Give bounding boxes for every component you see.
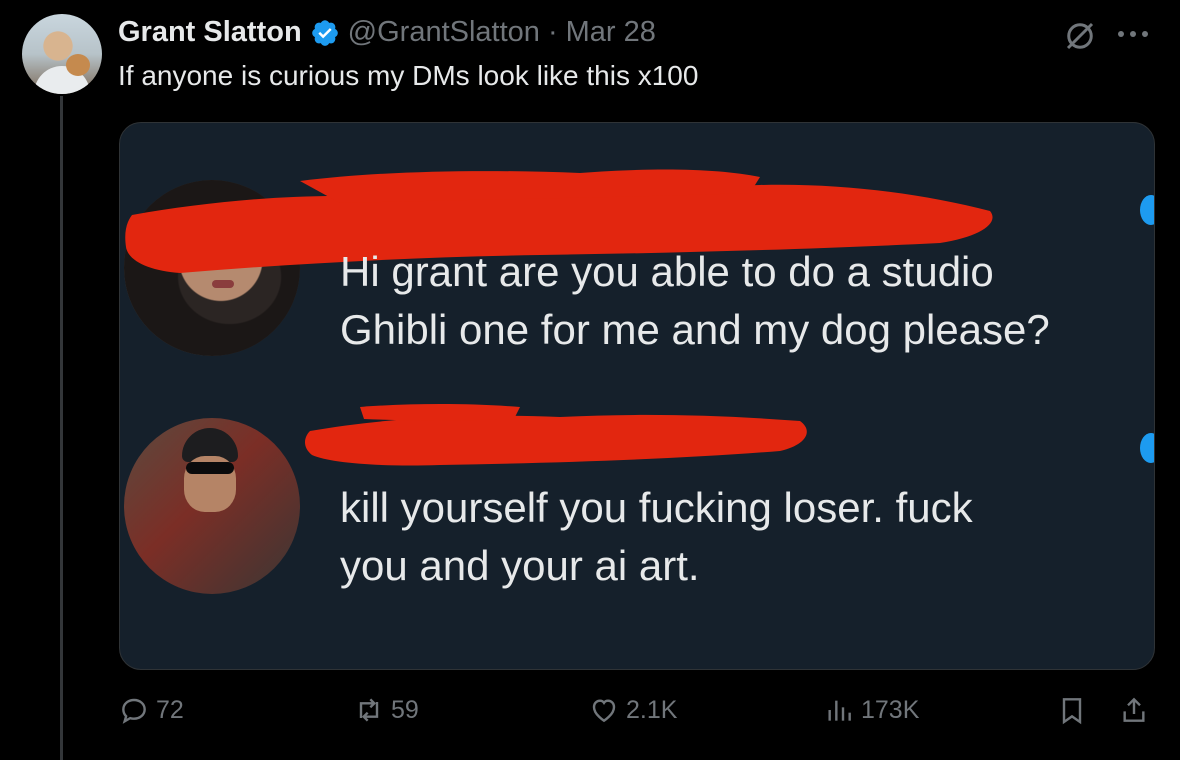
verified-badge-icon (311, 19, 338, 46)
author-name[interactable]: Grant Slatton (118, 16, 302, 49)
reply-button[interactable]: 72 (118, 694, 184, 726)
tweet-media-image[interactable]: Hi grant are you able to do a studio Ghi… (119, 122, 1155, 670)
tweet-date[interactable]: Mar 28 (566, 16, 656, 49)
views-button[interactable]: 173K (823, 694, 919, 726)
like-count: 2.1K (626, 695, 678, 724)
unread-indicator-2 (1140, 433, 1154, 463)
reply-icon (122, 698, 146, 724)
reply-count: 72 (156, 695, 184, 724)
dm-avatar-2 (124, 418, 300, 594)
author-avatar[interactable] (22, 14, 102, 94)
dm-message-1: Hi grant are you able to do a studio Ghi… (340, 248, 1050, 353)
heart-icon (592, 699, 616, 723)
share-button[interactable] (1118, 694, 1150, 726)
tweet-actions: 72 59 2.1K 173K (118, 694, 1158, 738)
separator: · (547, 16, 558, 48)
more-icon[interactable] (1112, 18, 1154, 50)
repost-button[interactable]: 59 (353, 694, 419, 726)
redaction-scribble-2 (305, 404, 807, 466)
bookmark-icon (1062, 698, 1082, 725)
grok-icon[interactable] (1062, 18, 1098, 54)
repost-icon (359, 698, 379, 722)
views-count: 173K (861, 695, 920, 724)
tweet-header: Grant Slatton @GrantSlatton · Mar 28 (118, 16, 656, 49)
unread-indicator-1 (1140, 195, 1154, 225)
author-handle[interactable]: @GrantSlatton (348, 16, 540, 49)
tweet-text: If anyone is curious my DMs look like th… (118, 60, 699, 91)
thread-line (60, 96, 63, 760)
share-icon (1123, 697, 1145, 722)
dm-message-2: kill yourself you fucking loser. fuck yo… (340, 484, 973, 589)
repost-count: 59 (391, 695, 419, 724)
views-icon (828, 700, 851, 721)
bookmark-button[interactable] (1056, 694, 1088, 726)
like-button[interactable]: 2.1K (588, 694, 677, 726)
